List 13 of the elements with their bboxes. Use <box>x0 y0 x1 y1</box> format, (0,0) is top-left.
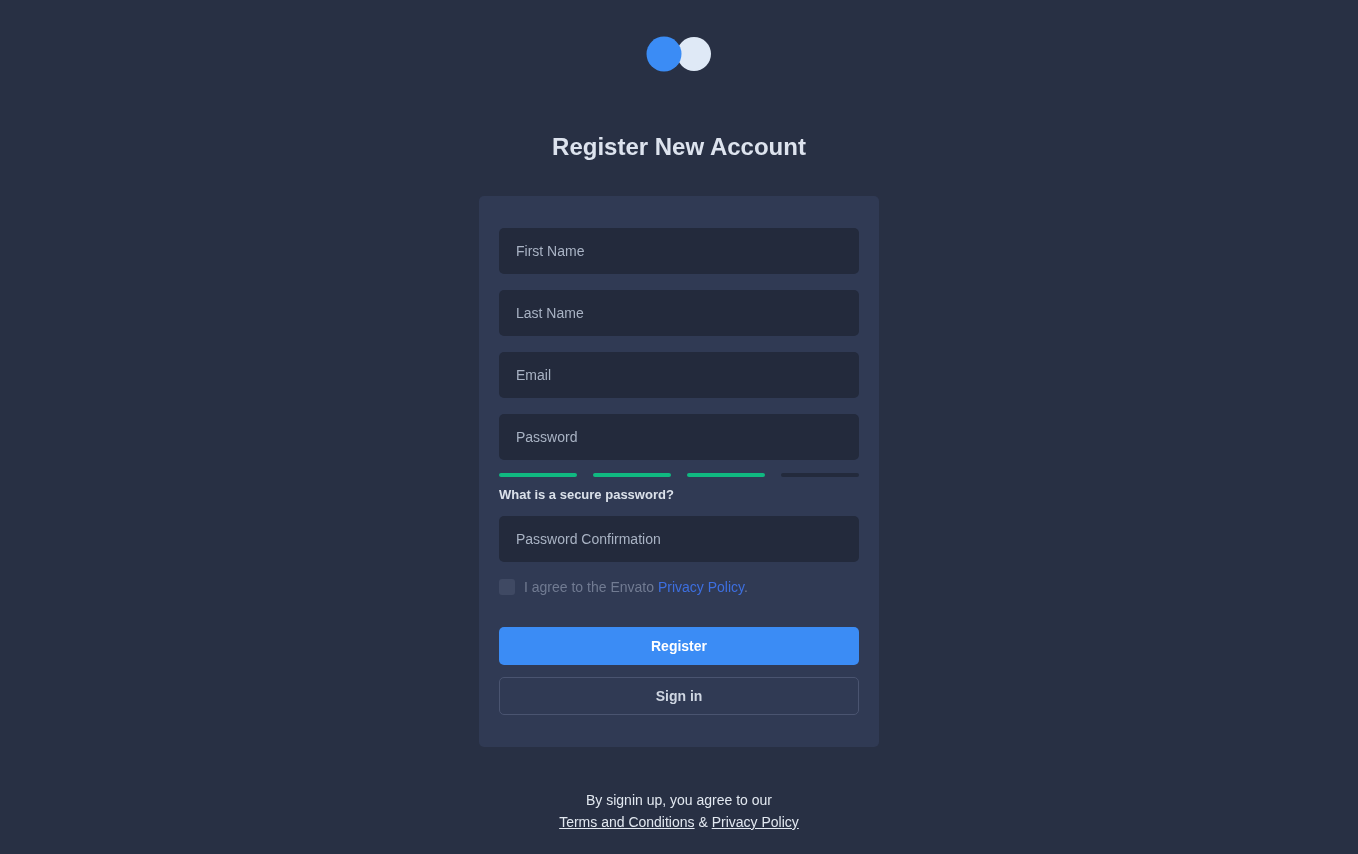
logo-icon <box>646 36 712 72</box>
sign-in-button[interactable]: Sign in <box>499 677 859 715</box>
input-field[interactable]: Email <box>499 352 859 398</box>
privacy-link[interactable]: Privacy Policy <box>711 814 799 830</box>
ampersand-text: & <box>698 814 708 830</box>
terms-link[interactable]: Terms and Conditions <box>559 814 695 830</box>
password-help-link[interactable]: What is a secure password? <box>499 487 674 502</box>
input-field[interactable]: Password Confirmation <box>499 516 859 562</box>
input-field[interactable]: First Name <box>499 228 859 274</box>
page-title: Register New Account <box>552 132 806 162</box>
footer-text: By signin up, you agree to our <box>585 791 773 810</box>
input-field[interactable]: Password <box>499 414 859 460</box>
input-field[interactable]: Last Name <box>499 290 859 336</box>
